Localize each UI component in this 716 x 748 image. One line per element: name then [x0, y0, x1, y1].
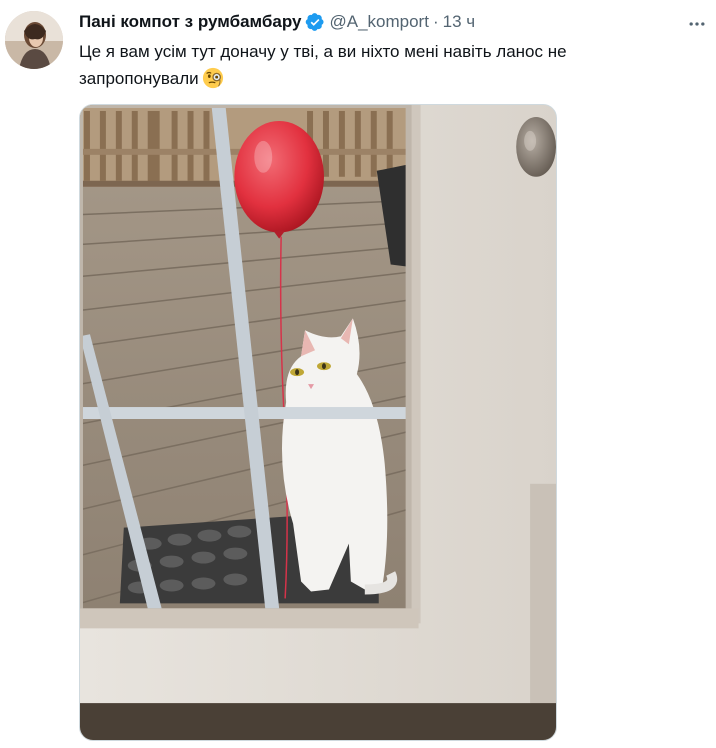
separator-dot: ·	[432, 12, 439, 31]
avatar-image	[5, 11, 63, 69]
avatar[interactable]	[5, 11, 63, 69]
tweet-header: Пані компот з румбамбару @A_komport · 13…	[79, 10, 475, 34]
timestamp[interactable]: 13 ч	[443, 12, 476, 32]
tweet-photo[interactable]	[79, 104, 557, 741]
more-options-icon	[689, 22, 705, 26]
face-with-monocle-icon	[202, 67, 224, 89]
tweet-text: Це я вам усім тут доначу у тві, а ви ніх…	[79, 38, 679, 92]
cat-at-door-photo	[80, 105, 556, 740]
handle[interactable]: @A_komport	[329, 12, 428, 32]
tweet-text-body: Це я вам усім тут доначу у тві, а ви ніх…	[79, 42, 567, 88]
verified-badge-icon[interactable]	[305, 12, 325, 32]
display-name[interactable]: Пані компот з румбамбару	[79, 12, 301, 32]
more-options-button[interactable]	[684, 11, 710, 37]
